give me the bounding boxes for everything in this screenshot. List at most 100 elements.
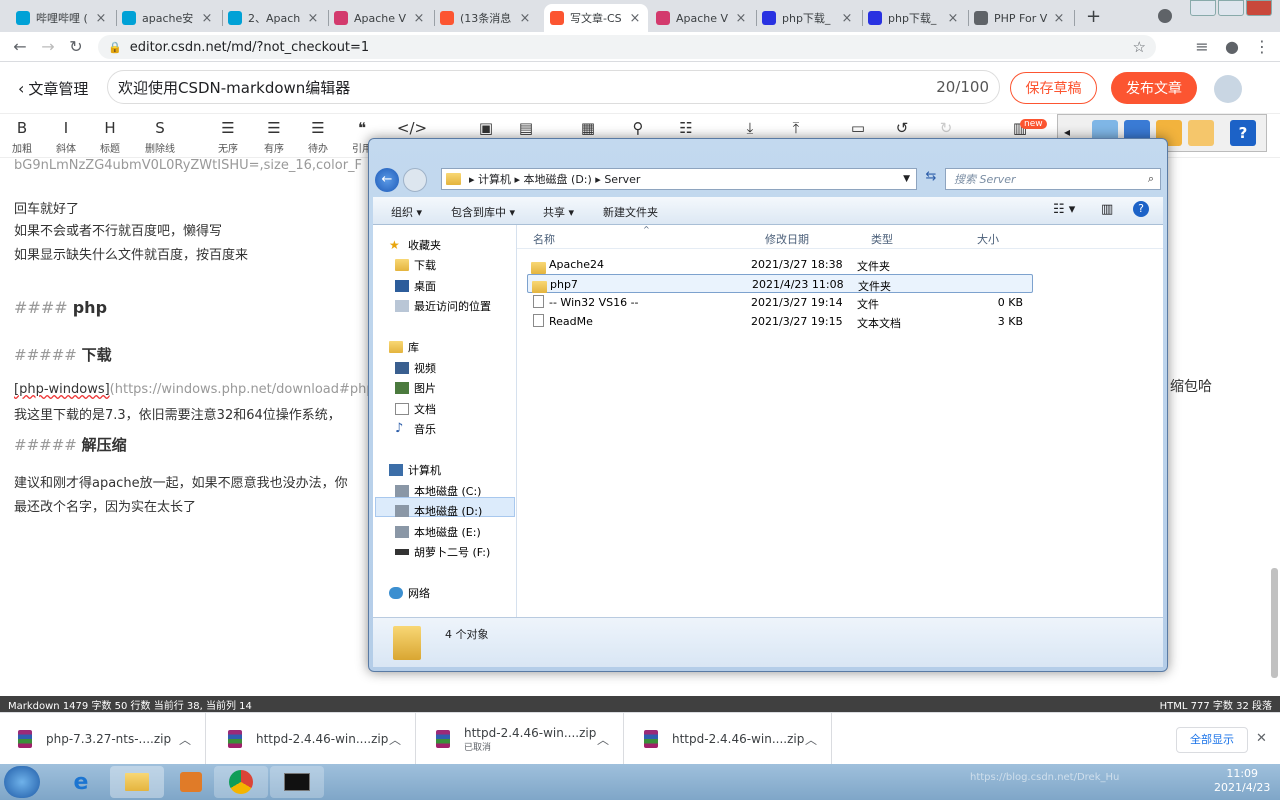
forward-icon[interactable]	[403, 168, 427, 192]
close-tab-icon[interactable]: ×	[200, 11, 214, 26]
browser-tab[interactable]: 哔哩哔哩 (×	[10, 4, 114, 32]
video-icon[interactable]: ▤	[506, 118, 546, 138]
search-icon[interactable]: ⌕	[1148, 172, 1154, 186]
reading-list-icon[interactable]: ≡	[1192, 37, 1212, 57]
breadcrumb-separator[interactable]: ▸	[469, 173, 478, 186]
chrome-icon[interactable]	[214, 766, 268, 798]
media-player-icon[interactable]	[164, 766, 218, 798]
breadcrumb-item[interactable]: 本地磁盘 (D:)	[524, 173, 592, 186]
download-item[interactable]: httpd-2.4.46-win....zip 已取消 ︿	[418, 713, 624, 765]
browser-tab[interactable]: php下载_ ×	[862, 4, 966, 32]
chevron-up-icon[interactable]: ︿	[179, 731, 191, 748]
table-icon[interactable]: ▦	[568, 118, 608, 138]
file-row[interactable]: Apache24 2021/3/27 18:38 文件夹	[527, 255, 1033, 274]
nav-drive-d[interactable]: 本地磁盘 (D:)	[395, 503, 482, 519]
breadcrumb-item[interactable]: 计算机	[478, 173, 511, 186]
chevron-up-icon[interactable]: ︿	[805, 731, 817, 748]
nav-music[interactable]: ♪ 音乐	[395, 421, 436, 437]
export-icon[interactable]: ⤒	[776, 118, 816, 138]
restore-button[interactable]	[1218, 0, 1244, 16]
forward-icon[interactable]: →	[38, 37, 58, 57]
address-bar[interactable]: 🔒 editor.csdn.net/md/?not_checkout=1 ☆	[98, 35, 1156, 59]
browser-tab[interactable]: 写文章-CS ×	[544, 4, 648, 32]
nav-downloads[interactable]: 下载	[395, 257, 436, 273]
chevron-up-icon[interactable]: ︿	[597, 731, 609, 748]
organize-button[interactable]: 组织 ▾	[391, 204, 422, 220]
article-title-input[interactable]: 欢迎使用CSDN-markdown编辑器 20/100	[107, 70, 1000, 104]
menu-icon[interactable]: ⋮	[1252, 37, 1272, 57]
browser-tab[interactable]: apache安 ×	[116, 4, 220, 32]
md-tool-button[interactable]: I 斜体	[46, 118, 86, 155]
nav-computer[interactable]: 计算机	[389, 462, 441, 478]
nav-videos[interactable]: 视频	[395, 360, 436, 376]
download-item[interactable]: httpd-2.4.46-win....zip ︿	[210, 713, 416, 765]
browser-tab[interactable]: (13条消息 ×	[434, 4, 538, 32]
show-all-button[interactable]: 全部显示	[1176, 727, 1248, 753]
nav-libraries[interactable]: 库	[389, 339, 419, 355]
explorer-address-bar[interactable]: ▸ 计算机 ▸ 本地磁盘 (D:) ▸ Server ▼	[441, 168, 917, 190]
file-row[interactable]: -- Win32 VS16 -- 2021/3/27 19:14 文件 0 KB	[527, 293, 1033, 312]
redo-icon[interactable]: ↻	[926, 118, 966, 138]
explorer-taskbar-icon[interactable]	[110, 766, 164, 798]
close-tab-icon[interactable]: ×	[306, 11, 320, 26]
close-tab-icon[interactable]: ×	[94, 11, 108, 26]
browser-tab[interactable]: 2、Apach ×	[222, 4, 326, 32]
avatar[interactable]	[1214, 75, 1242, 103]
breadcrumb-item[interactable]: Server	[604, 173, 640, 186]
browser-tab[interactable]: Apache V ×	[650, 4, 754, 32]
column-size[interactable]: 大小	[977, 231, 999, 247]
refresh-icon[interactable]: ⇆	[921, 169, 941, 189]
column-type[interactable]: 类型	[871, 231, 893, 247]
share-button[interactable]: 共享 ▾	[543, 204, 574, 220]
close-tab-icon[interactable]: ×	[840, 11, 854, 26]
md-tool-button[interactable]: ☰ 无序	[208, 118, 248, 155]
save-icon[interactable]: ▭	[838, 118, 878, 138]
close-tab-icon[interactable]: ×	[518, 11, 532, 26]
download-item[interactable]: php-7.3.27-nts-....zip ︿	[0, 713, 206, 765]
nav-pictures[interactable]: 图片	[395, 380, 436, 396]
article-manage-link[interactable]: ‹ 文章管理	[18, 78, 88, 99]
nav-recent[interactable]: 最近访问的位置	[395, 298, 491, 314]
tab-search-icon[interactable]	[1158, 9, 1172, 23]
browser-tab[interactable]: PHP For V ×	[968, 4, 1072, 32]
close-button[interactable]	[1246, 0, 1272, 16]
link-icon[interactable]: ⚲	[618, 118, 658, 138]
include-in-library-button[interactable]: 包含到库中 ▾	[451, 204, 515, 220]
column-date[interactable]: 修改日期	[765, 231, 809, 247]
save-draft-button[interactable]: 保存草稿	[1010, 72, 1097, 104]
md-tool-button[interactable]: ☰ 待办	[298, 118, 338, 155]
ie-icon[interactable]: e	[54, 766, 108, 798]
explorer-search-input[interactable]: 搜索 Server ⌕	[945, 168, 1161, 190]
md-tool-button[interactable]: ☰ 有序	[254, 118, 294, 155]
help-icon[interactable]: ?	[1230, 120, 1256, 146]
close-tab-icon[interactable]: ×	[628, 11, 642, 26]
arrow-left-icon[interactable]: ◂	[1064, 125, 1070, 139]
help-icon[interactable]: ?	[1133, 201, 1149, 217]
import-icon[interactable]: ⤓	[730, 118, 770, 138]
md-tool-button[interactable]: B 加粗	[2, 118, 42, 155]
nav-desktop[interactable]: 桌面	[395, 278, 436, 294]
new-folder-button[interactable]: 新建文件夹	[603, 204, 658, 220]
nav-drive-f[interactable]: 胡萝卜二号 (F:)	[395, 544, 490, 560]
nav-network[interactable]: 网络	[389, 585, 430, 601]
nav-drive-e[interactable]: 本地磁盘 (E:)	[395, 524, 481, 540]
chevron-up-icon[interactable]: ︿	[389, 731, 401, 748]
close-tab-icon[interactable]: ×	[412, 11, 426, 26]
close-tab-icon[interactable]: ×	[1052, 11, 1066, 26]
clock[interactable]: 11:09 2021/4/23	[1214, 767, 1270, 795]
image-icon[interactable]: ▣	[466, 118, 506, 138]
minimize-button[interactable]	[1190, 0, 1216, 16]
bookmark-star-icon[interactable]: ☆	[1133, 38, 1146, 56]
cmd-icon[interactable]	[270, 766, 324, 798]
file-row[interactable]: php7 2021/4/23 11:08 文件夹	[527, 274, 1033, 293]
publish-button[interactable]: 发布文章	[1111, 72, 1197, 104]
close-tab-icon[interactable]: ×	[734, 11, 748, 26]
reload-icon[interactable]: ↻	[66, 37, 86, 57]
browser-tab[interactable]: Apache V ×	[328, 4, 432, 32]
nav-favorites[interactable]: ★ 收藏夹	[389, 237, 441, 253]
back-icon[interactable]: ←	[10, 37, 30, 57]
file-row[interactable]: ReadMe 2021/3/27 19:15 文本文档 3 KB	[527, 312, 1033, 331]
start-button[interactable]	[4, 766, 40, 798]
directory-icon[interactable]: ☷	[666, 118, 706, 138]
md-tool-button[interactable]: S 删除线	[140, 118, 180, 155]
